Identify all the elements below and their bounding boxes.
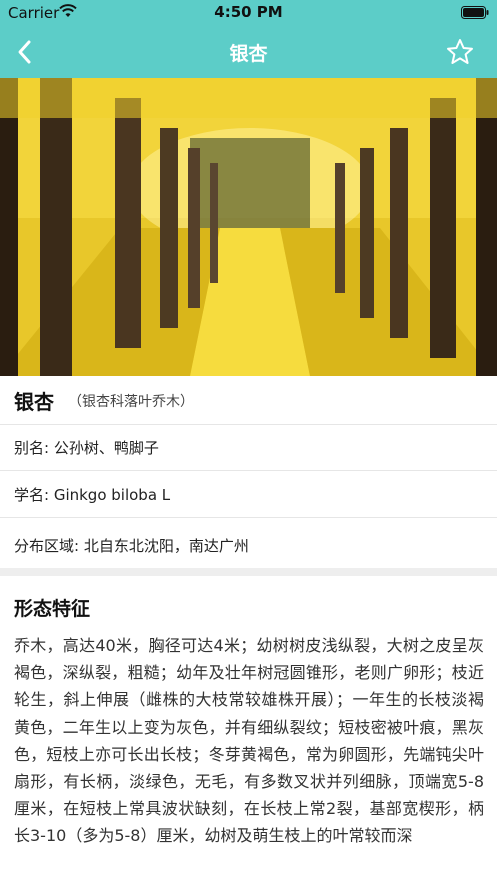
status-bar: Carrier 4:50 PM [0, 0, 497, 26]
ginkgo-avenue-illustration [0, 78, 497, 376]
battery-icon [461, 6, 489, 19]
status-time: 4:50 PM [214, 3, 283, 21]
latin-name-text: 学名: Ginkgo biloba L [14, 486, 171, 504]
distribution-text: 分布区域: 北自东北沈阳，南达广州 [14, 537, 249, 555]
plant-header: 银杏 （银杏科落叶乔木） [0, 376, 497, 425]
plant-family: （银杏科落叶乔木） [68, 394, 194, 410]
morphology-text: 乔木，高达40米，胸径可达4米；幼树树皮浅纵裂，大树之皮呈灰褐色，深纵裂，粗糙；… [14, 636, 484, 846]
ginkgo-photo [0, 78, 497, 376]
alias-row: 别名: 公孙树、鸭脚子 [0, 424, 497, 471]
page-title: 银杏 [229, 43, 268, 65]
distribution-row: 分布区域: 北自东北沈阳，南达广州 [0, 518, 497, 568]
nav-bar: 银杏 [0, 26, 497, 78]
star-outline-icon[interactable] [445, 37, 475, 67]
alias-text: 别名: 公孙树、鸭脚子 [14, 439, 159, 457]
latin-name-row: 学名: Ginkgo biloba L [0, 471, 497, 518]
section-divider [0, 568, 497, 576]
plant-name: 银杏 [14, 390, 54, 414]
morphology-title: 形态特征 [14, 598, 91, 620]
